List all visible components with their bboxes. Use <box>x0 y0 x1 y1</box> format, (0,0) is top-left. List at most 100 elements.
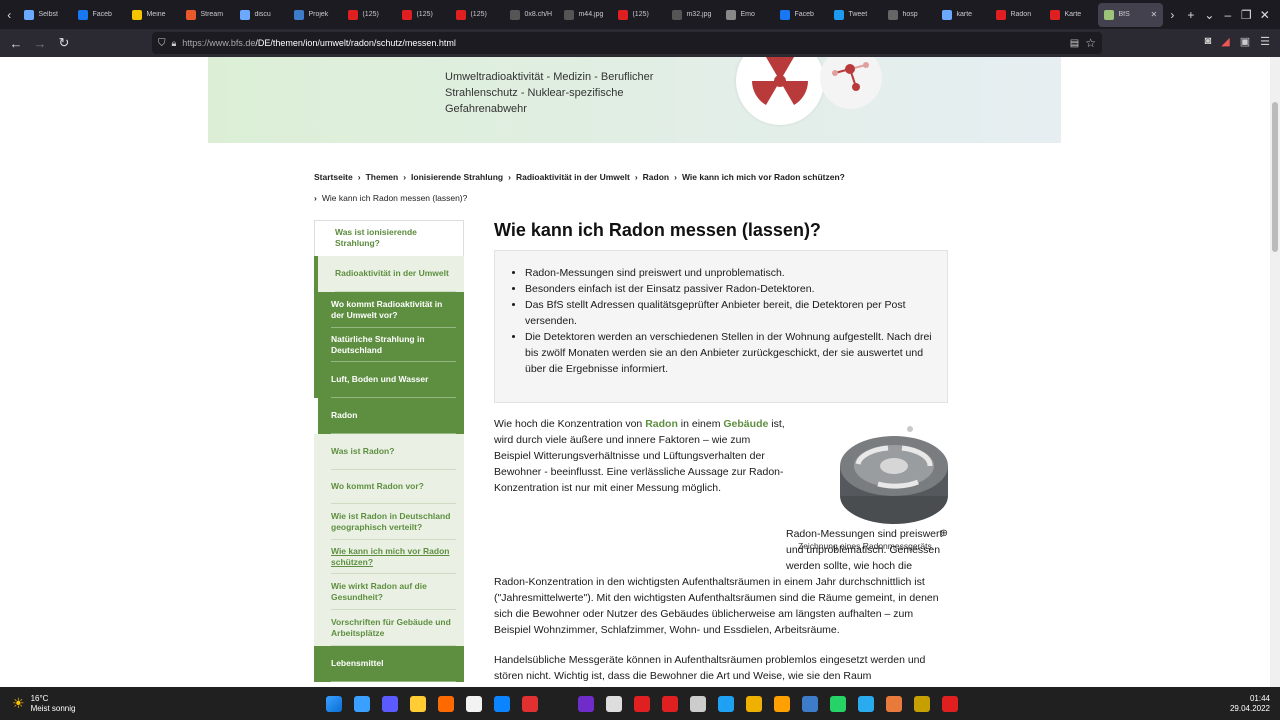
browser-tab[interactable]: Tweet <box>828 0 882 29</box>
windows-start-icon[interactable] <box>326 695 342 712</box>
taskbar-app-icon[interactable] <box>466 695 482 712</box>
extension-icon[interactable]: ◢ <box>1221 35 1229 48</box>
tab-scroll-left-icon[interactable]: ‹ <box>0 8 18 22</box>
browser-tab[interactable]: Emo <box>720 0 774 29</box>
tab-label: (125) <box>470 11 487 18</box>
browser-tab[interactable]: Karte <box>1044 0 1098 29</box>
close-window-icon[interactable]: ✕ <box>1256 8 1274 22</box>
browser-tab[interactable]: (125) <box>396 0 450 29</box>
sidebar-item[interactable]: Was ist ionisierende Strahlung? <box>314 220 464 256</box>
breadcrumb-link[interactable]: Themen <box>366 172 399 182</box>
browser-tab[interactable]: Selbst <box>18 0 72 29</box>
sidebar-item[interactable]: Natürliche Strahlung in Deutschland <box>314 328 464 362</box>
browser-tab[interactable]: karte <box>936 0 990 29</box>
sidebar-item[interactable]: Radon <box>314 398 464 434</box>
taskbar-app-icon[interactable] <box>802 695 818 712</box>
addon-badge-icon[interactable]: ▣ <box>1240 35 1250 48</box>
tab-label: (125) <box>362 11 379 18</box>
weather-widget[interactable]: ☀ 16°C Meist sonnig <box>0 694 320 714</box>
tab-label: Faceb <box>92 11 112 18</box>
sidebar-item-label: Vorschriften für Gebäude und Arbeitsplät… <box>331 616 451 638</box>
sidebar-item[interactable]: Luft, Boden und Wasser <box>314 362 464 398</box>
breadcrumb-link[interactable]: Wie kann ich mich vor Radon schützen? <box>682 172 845 182</box>
sidebar-item[interactable]: Wie kann ich mich vor Radon schützen? <box>314 540 464 574</box>
taskbar-app-icon[interactable] <box>718 695 734 712</box>
breadcrumb-link[interactable]: Ionisierende Strahlung <box>411 172 503 182</box>
sidebar-item[interactable]: Wo kommt Radioaktivität in der Umwelt vo… <box>314 292 464 328</box>
breadcrumb-link[interactable]: Radioaktivität in der Umwelt <box>516 172 630 182</box>
browser-tab[interactable]: hosp <box>882 0 936 29</box>
sidebar-item[interactable]: Lebensmittel <box>314 646 464 682</box>
tab-label: Faceb <box>794 11 814 18</box>
address-bar[interactable]: ⛉ 🔒︎ https://www.bfs.de/DE/themen/ion/um… <box>152 32 1102 54</box>
taskbar-app-icon[interactable] <box>438 695 454 712</box>
taskbar-app-icon[interactable] <box>550 695 566 712</box>
browser-tab[interactable]: (125) <box>450 0 504 29</box>
taskbar-app-icon[interactable] <box>774 695 790 712</box>
sidebar-item[interactable]: Wie ist Radon in Deutschland geographisc… <box>314 504 464 540</box>
page-scrollbar[interactable] <box>1270 57 1280 687</box>
browser-tab[interactable]: m44.jpg <box>558 0 612 29</box>
taskbar-app-icon[interactable] <box>914 695 930 712</box>
browser-tab[interactable]: (125) <box>612 0 666 29</box>
bookmark-star-icon[interactable]: ☆ <box>1085 36 1096 50</box>
breadcrumb-link[interactable]: Startseite <box>314 172 353 182</box>
browser-tab[interactable]: discu <box>234 0 288 29</box>
browser-tab[interactable]: Projek <box>288 0 342 29</box>
restore-icon[interactable]: ❐ <box>1237 8 1255 22</box>
taskbar-app-icon[interactable] <box>382 695 398 712</box>
gebaeude-link[interactable]: Gebäude <box>723 418 768 430</box>
taskbar-app-icon[interactable] <box>746 695 762 712</box>
reader-view-icon[interactable]: ▤ <box>1070 38 1079 49</box>
back-icon[interactable]: ← <box>4 36 28 51</box>
menu-icon[interactable]: ☰ <box>1260 35 1270 48</box>
breadcrumb-link[interactable]: Radon <box>643 172 669 182</box>
taskbar-app-icon[interactable] <box>522 695 538 712</box>
taskbar-app-icon[interactable] <box>886 695 902 712</box>
taskbar-app-icon[interactable] <box>578 695 594 712</box>
taskbar-app-icon[interactable] <box>634 695 650 712</box>
taskbar-app-icon[interactable] <box>494 695 510 712</box>
browser-tab[interactable]: Meine <box>126 0 180 29</box>
taskbar-app-icon[interactable] <box>942 695 958 712</box>
tab-favicon-icon <box>618 9 629 20</box>
sidebar-item[interactable]: Was ist Radon? <box>314 434 464 470</box>
new-tab-icon[interactable]: + <box>1182 8 1200 22</box>
sidebar-item[interactable]: Vorschriften für Gebäude und Arbeitsplät… <box>314 610 464 646</box>
browser-tab[interactable]: m32.jpg <box>666 0 720 29</box>
browser-tab[interactable]: Faceb <box>72 0 126 29</box>
taskbar-app-icon[interactable] <box>410 695 426 712</box>
radon-detector-image[interactable] <box>798 416 948 531</box>
taskbar-app-icon[interactable] <box>354 695 370 712</box>
browser-tab[interactable]: BfS ✕ <box>1098 2 1164 27</box>
reload-icon[interactable]: ↻ <box>52 35 76 51</box>
taskbar-app-icon[interactable] <box>690 695 706 712</box>
radon-link[interactable]: Radon <box>645 418 678 430</box>
tab-label: Selbst <box>38 11 58 18</box>
list-tabs-icon[interactable]: ⌄ <box>1200 8 1218 22</box>
close-tab-icon[interactable]: ✕ <box>1150 10 1157 19</box>
pocket-icon[interactable]: ◙ <box>1205 35 1212 48</box>
url-text[interactable]: https://www.bfs.de/DE/themen/ion/umwelt/… <box>182 38 456 48</box>
taskbar-app-icon[interactable] <box>858 695 874 712</box>
browser-tab[interactable]: Radon <box>990 0 1044 29</box>
web-content: Umweltradioaktivität - Medizin - Berufli… <box>0 57 1280 687</box>
browser-tab[interactable]: Stream <box>180 0 234 29</box>
tab-scroll-right-icon[interactable]: › <box>1163 8 1181 22</box>
shield-icon[interactable]: ⛉ <box>158 38 166 49</box>
tab-favicon-icon <box>240 9 251 20</box>
taskbar-app-icon[interactable] <box>662 695 678 712</box>
lock-icon[interactable]: 🔒︎ <box>172 38 177 49</box>
browser-tab[interactable]: Faceb <box>774 0 828 29</box>
clock[interactable]: 01:44 29.04.2022 <box>1230 694 1270 714</box>
paragraph-3: Handelsübliche Messgeräte können in Aufe… <box>494 654 926 682</box>
sidebar-item[interactable]: Radioaktivität in der Umwelt <box>314 256 464 292</box>
sidebar-item[interactable]: Wo kommt Radon vor? <box>314 470 464 504</box>
minimize-icon[interactable]: – <box>1219 8 1237 22</box>
sidebar-item[interactable]: Wie wirkt Radon auf die Gesundheit? <box>314 574 464 610</box>
forward-icon[interactable]: → <box>28 36 52 51</box>
browser-tab[interactable]: (125) <box>342 0 396 29</box>
taskbar-app-icon[interactable] <box>830 695 846 712</box>
taskbar-app-icon[interactable] <box>606 695 622 712</box>
browser-tab[interactable]: 0x8.ch/Ho <box>504 0 558 29</box>
